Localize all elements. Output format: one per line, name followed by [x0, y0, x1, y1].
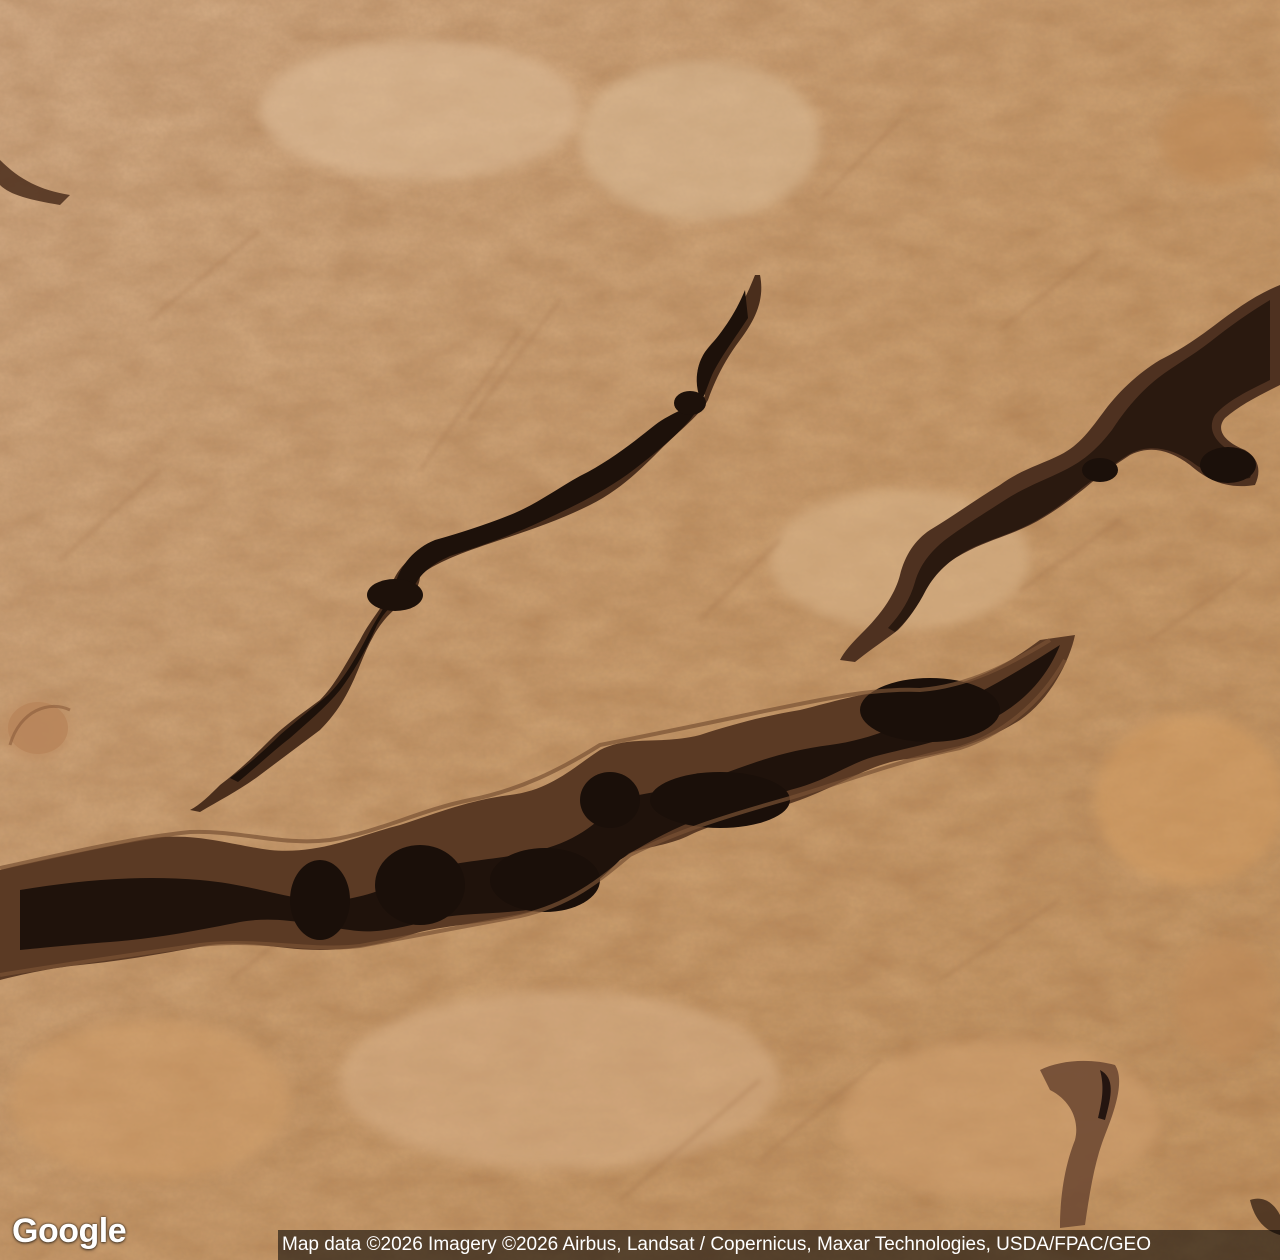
google-logo[interactable]: Google: [12, 1214, 127, 1248]
satellite-imagery[interactable]: [0, 0, 1280, 1260]
satellite-map[interactable]: Google Map data ©2026 Imagery ©2026 Airb…: [0, 0, 1280, 1260]
map-attribution[interactable]: Map data ©2026 Imagery ©2026 Airbus, Lan…: [278, 1230, 1280, 1260]
